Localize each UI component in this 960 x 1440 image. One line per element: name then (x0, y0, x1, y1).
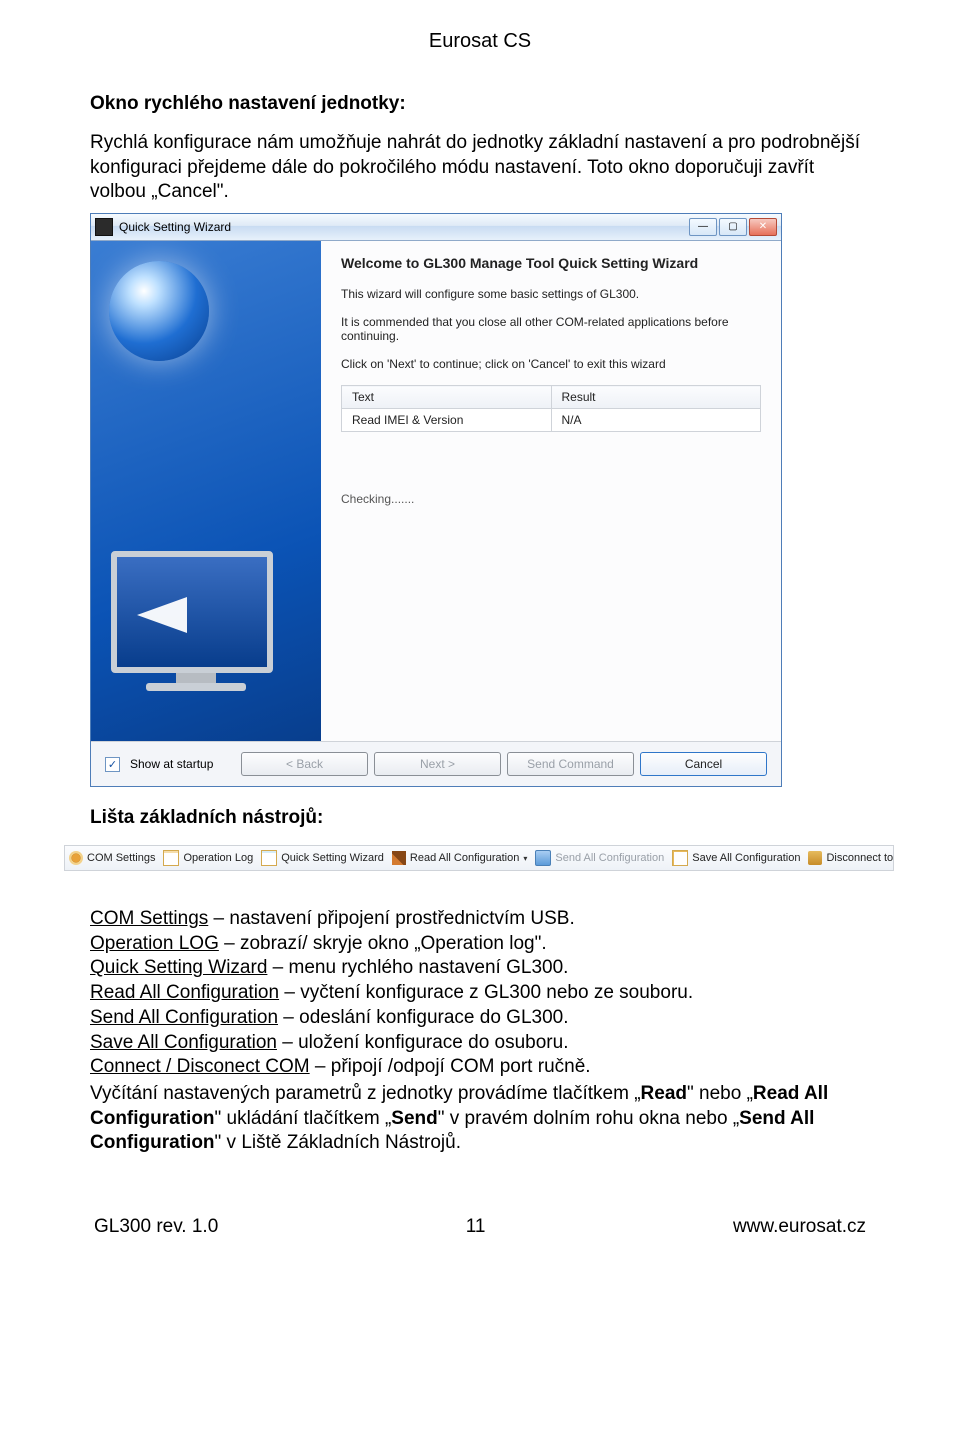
cell-result: N/A (562, 413, 582, 427)
section-heading-2: Lišta základních nástrojů: (90, 807, 870, 829)
footer-page-number: 11 (466, 1216, 486, 1238)
app-icon (95, 218, 113, 236)
read-icon (392, 851, 406, 865)
col-result-header: Result (562, 390, 596, 404)
section-heading-1: Okno rychlého nastavení jednotky: (90, 93, 870, 115)
link-com: COM Settings (90, 908, 208, 929)
link-connect: Connect / Disconect COM (90, 1056, 310, 1077)
toolbar-strip: COM Settings Operation Log Quick Setting… (64, 845, 894, 871)
lens-graphic (109, 261, 209, 361)
document-icon (163, 850, 179, 866)
wizard-text-3: Click on 'Next' to continue; click on 'C… (341, 357, 761, 371)
send-icon (535, 850, 551, 866)
toolbar-disconnect[interactable]: Disconnect to COM (808, 851, 894, 865)
toolbar-quick-wizard[interactable]: Quick Setting Wizard (261, 850, 384, 866)
checking-status: Checking....... (341, 492, 761, 506)
gear-icon (69, 851, 83, 865)
toolbar-save-all[interactable]: Save All Configuration (672, 850, 800, 866)
link-log: Operation LOG (90, 933, 219, 954)
toolbar-com-settings[interactable]: COM Settings (69, 851, 155, 865)
link-saveall: Save All Configuration (90, 1032, 277, 1053)
plug-icon (808, 851, 822, 865)
send-command-button[interactable]: Send Command (507, 752, 634, 776)
wizard-welcome: Welcome to GL300 Manage Tool Quick Setti… (341, 255, 761, 271)
wizard-sidebar-graphic (91, 241, 321, 741)
col-text-header: Text (352, 390, 374, 404)
intro-paragraph: Rychlá konfigurace nám umožňuje nahrát d… (90, 131, 870, 205)
closing-paragraph: Vyčítání nastavených parametrů z jednotk… (90, 1082, 870, 1156)
titlebar: Quick Setting Wizard — ▢ ✕ (91, 214, 781, 241)
show-at-startup-checkbox[interactable]: ✓ (105, 757, 120, 772)
wizard-window: Quick Setting Wizard — ▢ ✕ Welcome to GL… (90, 213, 782, 787)
toolbar-read-all[interactable]: Read All Configuration▾ (392, 851, 527, 865)
cancel-button[interactable]: Cancel (640, 752, 767, 776)
toolbar-operation-log[interactable]: Operation Log (163, 850, 253, 866)
link-sendall: Send All Configuration (90, 1007, 278, 1028)
footer-right: www.eurosat.cz (733, 1216, 866, 1238)
footer-left: GL300 rev. 1.0 (94, 1216, 218, 1238)
cell-text: Read IMEI & Version (352, 413, 463, 427)
link-readall: Read All Configuration (90, 982, 279, 1003)
wizard-table: Text Result Read IMEI & Version N/A (341, 385, 761, 432)
toolbar-description-list: COM Settings – nastavení připojení prost… (90, 907, 870, 1080)
monitor-graphic (111, 551, 281, 701)
next-button[interactable]: Next > (374, 752, 501, 776)
wizard-text-1: This wizard will configure some basic se… (341, 287, 761, 301)
minimize-button[interactable]: — (689, 218, 717, 236)
page-header: Eurosat CS (90, 30, 870, 53)
toolbar-send-all[interactable]: Send All Configuration (535, 850, 664, 866)
wizard-icon (261, 850, 277, 866)
wizard-text-2: It is commended that you close all other… (341, 315, 761, 343)
back-button[interactable]: < Back (241, 752, 368, 776)
window-title: Quick Setting Wizard (119, 220, 689, 234)
link-quick: Quick Setting Wizard (90, 957, 267, 978)
close-button[interactable]: ✕ (749, 218, 777, 236)
maximize-button[interactable]: ▢ (719, 218, 747, 236)
save-icon (672, 850, 688, 866)
dropdown-arrow-icon: ▾ (523, 854, 527, 863)
show-at-startup-label: Show at startup (130, 757, 213, 771)
